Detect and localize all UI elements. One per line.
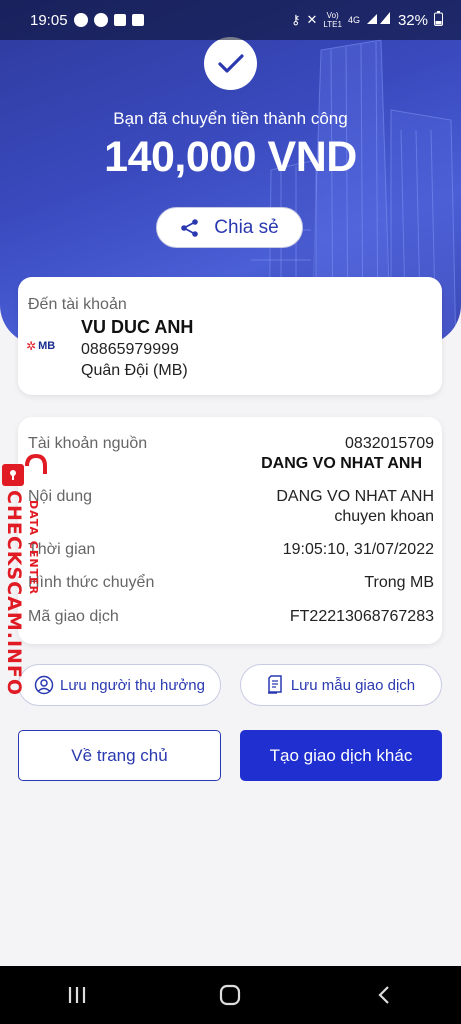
save-beneficiary-label: Lưu người thụ hưởng — [60, 676, 205, 694]
recent-apps-icon — [68, 987, 85, 1003]
back-button[interactable] — [354, 975, 414, 1015]
detail-value: 19:05:10, 31/07/2022 — [282, 541, 434, 558]
detail-key: Mã giao dịch — [28, 608, 119, 625]
share-label: Chia sẻ — [214, 216, 279, 238]
recipient-name: VU DUC ANH — [81, 317, 194, 337]
share-button[interactable]: Chia sẻ — [156, 207, 303, 248]
user-icon — [34, 675, 54, 695]
network-label: 4G — [347, 15, 360, 25]
transaction-details-card: Tài khoản nguồn 0832015709 DANG VO NHAT … — [18, 417, 442, 644]
home-button[interactable]: Về trang chủ — [18, 730, 221, 781]
mute-icon: ✕ — [306, 12, 318, 27]
detail-value-secondary: chuyen khoan — [334, 508, 434, 525]
transfer-amount: 140,000 VND — [104, 133, 357, 181]
signal-icon — [366, 11, 392, 29]
detail-value: DANG VO NHAT ANH — [276, 488, 434, 505]
key-icon: ⚷ — [290, 12, 301, 27]
recent-apps-button[interactable] — [47, 975, 107, 1015]
check-icon — [217, 53, 244, 73]
save-template-label: Lưu mẫu giao dịch — [290, 676, 416, 694]
back-icon — [378, 986, 389, 1004]
home-circle-icon — [220, 984, 241, 1006]
new-transaction-button[interactable]: Tạo giao dịch khác — [240, 730, 442, 781]
battery-icon — [434, 10, 443, 30]
home-nav-button[interactable] — [200, 975, 260, 1015]
lock-icon — [2, 453, 47, 486]
recipient-card: Đến tài khoản ✲ MB VU DUC ANH 0886597999… — [18, 277, 442, 395]
battery-percent: 32% — [397, 11, 428, 29]
watermark-text: CHECKSCAM.INFO — [3, 490, 25, 697]
recipient-label: Đến tài khoản — [28, 296, 127, 313]
system-nav-bar — [0, 966, 461, 1024]
save-template-button[interactable]: Lưu mẫu giao dịch — [240, 664, 442, 706]
app-notification-icon — [113, 14, 126, 26]
app-notification-icon — [131, 14, 144, 26]
watermark-subtext: DATA CENTER — [27, 500, 40, 596]
messenger-icon — [73, 13, 88, 27]
mb-star-icon: ✲ — [26, 339, 37, 353]
recipient-bank: Quân Đội (MB) — [81, 362, 188, 379]
recipient-account: 08865979999 — [81, 341, 179, 358]
success-check-badge — [204, 37, 257, 90]
status-bar: 19:05 ⚷ ✕ Vo) LTE1 4G 32% — [0, 0, 461, 40]
document-icon — [267, 675, 282, 694]
volte-label: Vo) LTE1 — [323, 11, 342, 29]
messenger-icon — [93, 13, 108, 27]
success-message: Bạn đã chuyển tiền thành công — [113, 109, 348, 128]
detail-value-secondary: DANG VO NHAT ANH — [261, 455, 422, 472]
detail-key: Tài khoản nguồn — [28, 435, 148, 452]
save-beneficiary-button[interactable]: Lưu người thụ hưởng — [18, 664, 221, 706]
detail-value: FT22213068767283 — [289, 608, 434, 625]
detail-value: 0832015709 — [345, 435, 434, 452]
bank-logo: ✲ MB — [26, 339, 56, 353]
clock: 19:05 — [30, 11, 68, 29]
detail-key: Hình thức chuyển — [28, 574, 155, 591]
share-icon — [181, 218, 199, 237]
detail-value: Trong MB — [364, 574, 434, 591]
